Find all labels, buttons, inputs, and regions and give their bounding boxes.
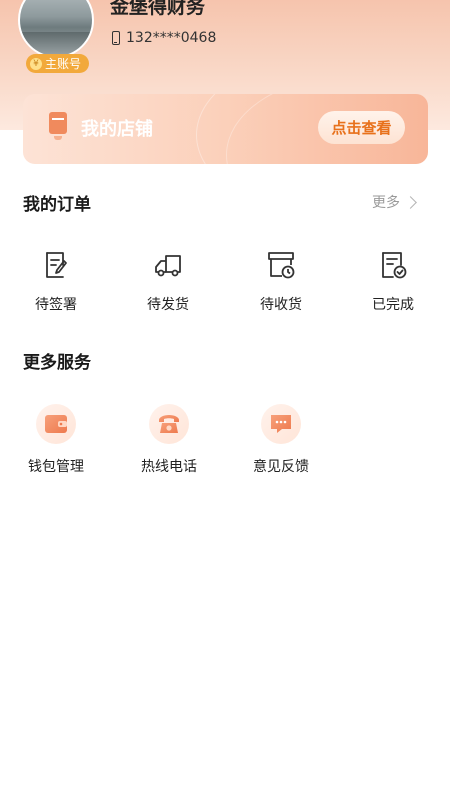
mobile-phone-icon [112,31,120,45]
more-label: 更多 [372,195,400,211]
telephone-icon [159,415,179,433]
badge-label: 主账号 [45,57,82,71]
my-shop-card[interactable]: 我的店铺 点击查看 [23,94,428,164]
receive-box-icon [268,252,295,279]
chevron-right-icon [404,195,417,209]
view-shop-button[interactable]: 点击查看 [318,111,405,144]
orders-more-link[interactable]: 更多 [372,192,417,212]
order-label: 待发货 [147,297,189,313]
service-label: 意见反馈 [253,459,309,475]
orders-section-title: 我的订单 [23,195,91,215]
wallet-icon [45,415,67,433]
phone-row: 132****0468 [112,30,216,46]
service-label: 热线电话 [141,459,197,475]
main-account-badge: ¥ 主账号 [26,54,90,73]
service-feedback[interactable]: 意见反馈 [236,404,326,476]
shop-title: 我的店铺 [81,119,153,140]
order-label: 待收货 [260,297,302,313]
order-label: 待签署 [35,297,77,313]
service-hotline[interactable]: 热线电话 [124,404,214,476]
service-wallet[interactable]: 钱包管理 [11,404,101,476]
completed-doc-icon [382,252,407,279]
coin-icon: ¥ [30,57,42,70]
sign-doc-icon [46,252,67,278]
order-pending-ship[interactable]: 待发货 [128,250,208,314]
feedback-icon [271,415,291,433]
order-pending-receive[interactable]: 待收货 [241,250,321,314]
services-section-title: 更多服务 [23,353,91,373]
order-pending-sign[interactable]: 待签署 [16,250,96,314]
avatar[interactable] [18,0,94,58]
user-name: 金堡得财务 [110,0,206,18]
shop-icon [49,112,67,140]
service-label: 钱包管理 [28,459,84,475]
order-label: 已完成 [372,297,414,313]
truck-icon [155,255,181,277]
order-completed[interactable]: 已完成 [353,250,433,314]
phone-number: 132****0468 [126,30,217,46]
